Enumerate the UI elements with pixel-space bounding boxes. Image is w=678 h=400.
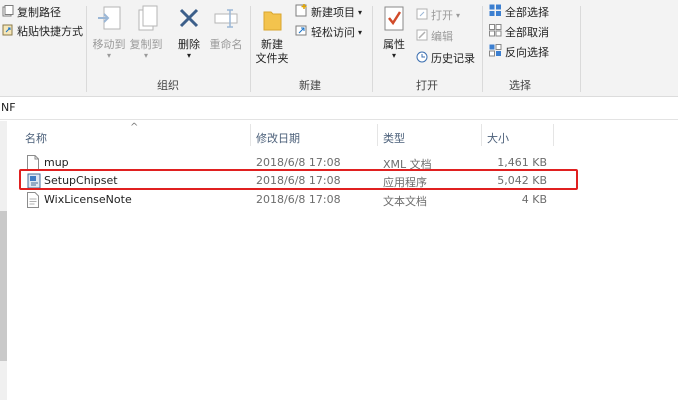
address-bar[interactable]: NF <box>0 97 678 120</box>
move-to-dropdown-icon: ▾ <box>106 51 111 60</box>
copy-path-icon <box>2 4 14 20</box>
invert-selection-button[interactable]: 反向选择 <box>489 44 549 60</box>
column-divider[interactable] <box>250 124 251 146</box>
group-label-select: 选择 <box>509 79 531 92</box>
copy-to-icon <box>132 4 160 38</box>
open-dropdown-icon: ▾ <box>456 10 461 20</box>
history-icon <box>416 51 428 66</box>
group-label-organize: 组织 <box>157 79 179 92</box>
edit-icon <box>416 29 428 44</box>
history-button[interactable]: 历史记录 <box>416 50 475 66</box>
paste-shortcut-icon <box>2 24 14 39</box>
edit-label: 编辑 <box>431 30 453 43</box>
ribbon: 复制路径 粘贴快捷方式 移动到 ▾ 复制到 ▾ 删除 ▾ 重命名 组织 新建 文… <box>0 0 678 97</box>
properties-check-icon <box>381 4 407 38</box>
column-divider[interactable] <box>481 124 482 146</box>
move-to-button[interactable]: 移动到 ▾ <box>91 4 127 60</box>
properties-dropdown-icon: ▾ <box>391 51 396 60</box>
group-label-open: 打开 <box>416 79 438 92</box>
paste-shortcut-button[interactable]: 粘贴快捷方式 <box>2 23 83 39</box>
file-date: 2018/6/8 17:08 <box>256 193 341 206</box>
group-separator <box>250 6 251 92</box>
new-item-button[interactable]: 新建项目 ▾ <box>295 4 362 20</box>
invert-selection-label: 反向选择 <box>505 46 549 59</box>
select-none-button[interactable]: 全部取消 <box>489 24 549 40</box>
column-divider[interactable] <box>377 124 378 146</box>
group-separator <box>372 6 373 92</box>
select-all-icon <box>489 4 502 20</box>
group-separator <box>482 6 483 92</box>
copy-to-label: 复制到 <box>129 38 163 51</box>
copy-to-dropdown-icon: ▾ <box>143 51 148 60</box>
file-name: WixLicenseNote <box>44 193 132 206</box>
copy-to-button[interactable]: 复制到 ▾ <box>128 4 164 60</box>
new-item-label: 新建项目 <box>311 6 355 19</box>
move-to-label: 移动到 <box>92 38 126 51</box>
address-path: NF <box>1 101 16 114</box>
highlight-box <box>19 169 578 190</box>
select-none-label: 全部取消 <box>505 26 549 39</box>
new-folder-label-2: 文件夹 <box>255 52 289 65</box>
column-header-size[interactable]: 大小 <box>487 130 509 146</box>
column-header-name[interactable]: 名称 <box>25 130 47 146</box>
rename-button[interactable]: 重命名 <box>206 4 246 52</box>
text-file-icon <box>26 192 40 211</box>
delete-x-icon <box>176 4 202 38</box>
copy-path-button[interactable]: 复制路径 <box>2 4 61 20</box>
easy-access-icon <box>295 24 308 40</box>
paste-shortcut-label: 粘贴快捷方式 <box>17 25 83 38</box>
move-to-icon <box>95 4 123 38</box>
new-item-dropdown-icon: ▾ <box>358 7 363 17</box>
select-none-icon <box>489 24 502 40</box>
new-folder-label-1: 新建 <box>261 38 283 51</box>
column-header-row: 名称 ^ 修改日期 类型 大小 <box>0 122 678 146</box>
select-all-button[interactable]: 全部选择 <box>489 4 549 20</box>
group-label-new: 新建 <box>299 79 321 92</box>
open-label: 打开 <box>431 9 453 22</box>
group-separator <box>86 6 87 92</box>
file-row[interactable]: WixLicenseNote 2018/6/8 17:08 文本文档 4 KB <box>0 191 678 210</box>
edit-button[interactable]: 编辑 <box>416 28 453 44</box>
properties-button[interactable]: 属性 ▾ <box>378 4 410 60</box>
easy-access-dropdown-icon: ▾ <box>358 27 363 37</box>
easy-access-button[interactable]: 轻松访问 ▾ <box>295 24 362 40</box>
file-date: 2018/6/8 17:08 <box>256 156 341 169</box>
copy-path-label: 复制路径 <box>17 6 61 19</box>
group-separator <box>580 6 581 92</box>
column-header-type[interactable]: 类型 <box>383 130 405 146</box>
sort-ascending-icon: ^ <box>130 122 139 133</box>
folder-icon <box>259 4 285 38</box>
delete-dropdown-icon: ▾ <box>186 51 191 60</box>
file-size: 4 KB <box>521 193 547 206</box>
rename-label: 重命名 <box>209 38 243 51</box>
properties-label: 属性 <box>383 38 405 51</box>
easy-access-label: 轻松访问 <box>311 26 355 39</box>
file-name: mup <box>44 156 69 169</box>
scrollbar-thumb[interactable] <box>0 211 7 361</box>
invert-selection-icon <box>489 44 502 60</box>
delete-button[interactable]: 删除 ▾ <box>174 4 204 60</box>
select-all-label: 全部选择 <box>505 6 549 19</box>
history-label: 历史记录 <box>431 52 475 65</box>
file-type: 文本文档 <box>383 195 427 208</box>
new-folder-button[interactable]: 新建 文件夹 <box>254 4 290 66</box>
new-item-icon <box>295 4 308 20</box>
column-divider[interactable] <box>553 124 554 146</box>
file-size: 1,461 KB <box>497 156 547 169</box>
open-icon <box>416 8 428 23</box>
open-button[interactable]: 打开 ▾ <box>416 7 460 23</box>
rename-icon <box>212 4 240 38</box>
delete-label: 删除 <box>178 38 200 51</box>
column-header-date[interactable]: 修改日期 <box>256 130 300 146</box>
